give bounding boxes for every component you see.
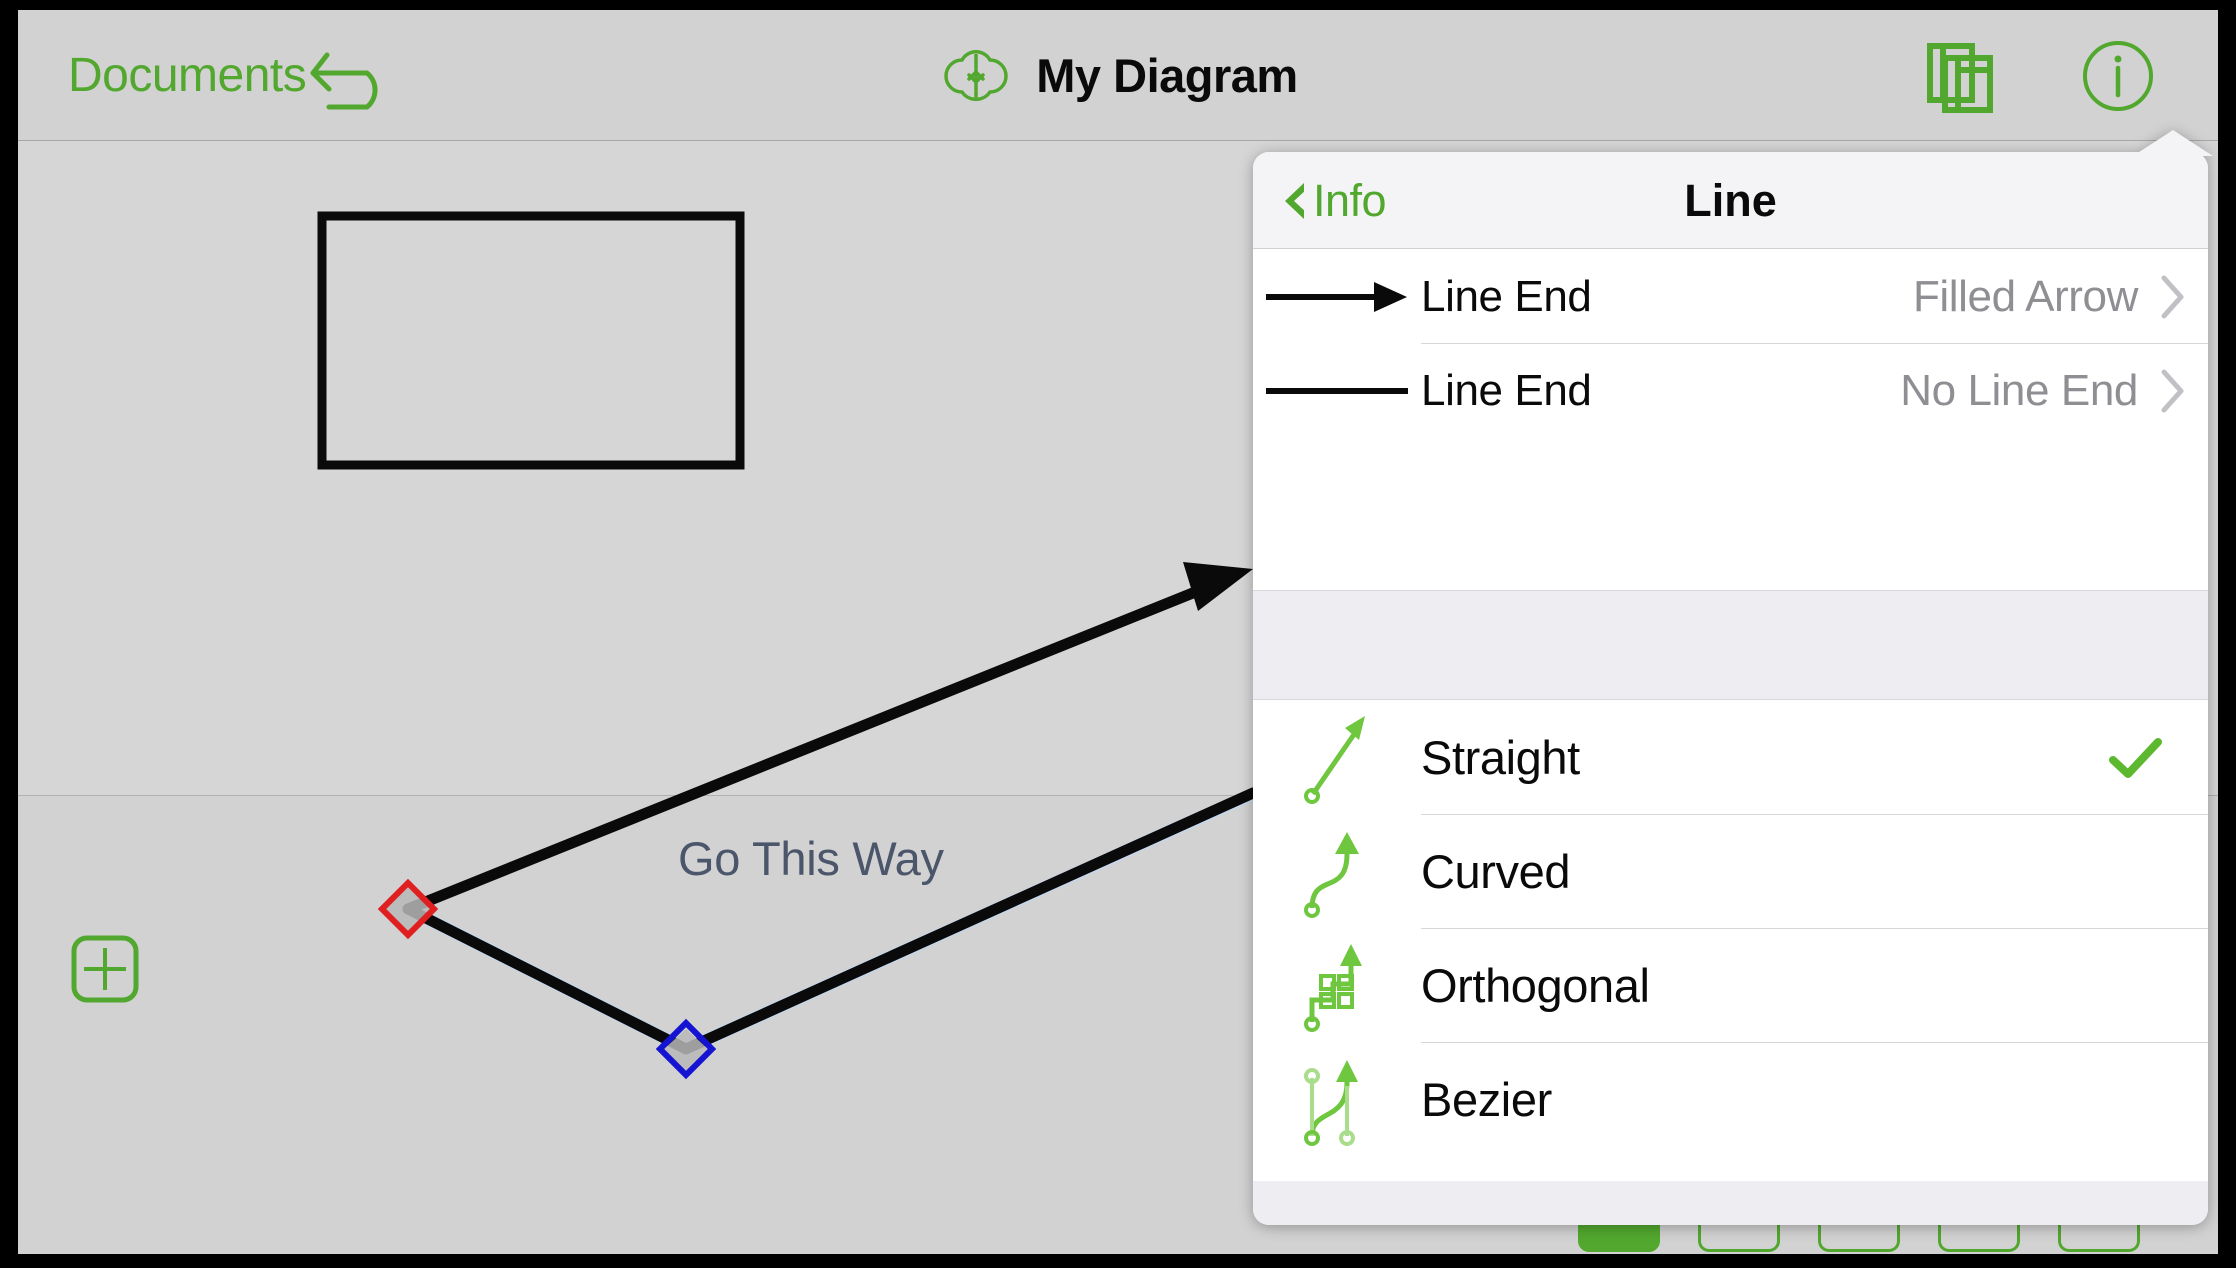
selected-checkmark-icon <box>2108 736 2208 780</box>
line-with-filled-arrow-icon <box>1253 277 1421 317</box>
connection-label[interactable]: Go This Way <box>678 831 944 886</box>
popover-back-button[interactable]: Info <box>1271 152 1400 249</box>
bezier-line-icon <box>1253 1052 1421 1148</box>
popover-footer <box>1253 1181 2208 1225</box>
line-style-row-bezier[interactable]: Bezier <box>1253 1043 2208 1156</box>
undo-arrow-icon <box>310 52 378 109</box>
add-shape-button[interactable] <box>71 935 139 1003</box>
line-end-section: Line End Filled Arrow Line End No Line E… <box>1253 250 2208 437</box>
diagram-rectangle[interactable] <box>317 211 745 470</box>
line-end-value-start: Filled Arrow <box>1912 271 2138 321</box>
orthogonal-line-icon <box>1253 938 1421 1034</box>
pages-button[interactable] <box>1898 10 2028 141</box>
line-end-value-finish: No Line End <box>1900 365 2138 415</box>
plus-square-icon <box>71 935 139 1003</box>
straight-line-icon <box>1253 710 1421 806</box>
connector-arrowhead-icon <box>1183 562 1253 611</box>
cloud-sync-icon <box>944 49 1009 101</box>
curved-line-icon <box>1253 824 1421 920</box>
plain-line-icon <box>1253 371 1421 411</box>
info-button[interactable] <box>2053 10 2183 141</box>
chevron-left-icon <box>1285 182 1307 219</box>
line-style-section: Straight Curved Orthogonal Bezier <box>1253 701 2208 1156</box>
line-style-label-curved: Curved <box>1421 845 1571 898</box>
line-style-row-curved[interactable]: Curved <box>1253 815 2208 928</box>
popover-group-separator <box>1253 590 2208 700</box>
documents-back-label: Documents <box>68 48 307 102</box>
chevron-right-icon <box>2160 274 2208 320</box>
line-style-row-straight[interactable]: Straight <box>1253 701 2208 814</box>
line-style-label-orthogonal: Orthogonal <box>1421 959 1650 1012</box>
line-end-row-start[interactable]: Line End Filled Arrow <box>1253 250 2208 343</box>
line-inspector-popover: Info Line Line End Filled Arrow Line End… <box>1253 130 2213 1225</box>
line-end-label-finish: Line End <box>1421 365 1592 415</box>
line-style-label-bezier: Bezier <box>1421 1073 1552 1126</box>
chevron-right-icon <box>2160 368 2208 414</box>
document-title: My Diagram <box>1036 49 1298 102</box>
popover-body: Info Line Line End Filled Arrow Line End… <box>1253 152 2208 1225</box>
info-circle-icon <box>2083 40 2153 111</box>
popover-back-label: Info <box>1313 174 1387 226</box>
app-screen: Go This Way Documents My Diagram Info Li… <box>18 10 2218 1254</box>
line-handle-midpoint[interactable] <box>655 1018 717 1080</box>
line-end-label-start: Line End <box>1421 271 1592 321</box>
line-style-label-straight: Straight <box>1421 731 1580 784</box>
popover-navbar: Info Line <box>1253 152 2208 249</box>
undo-button[interactable] <box>300 10 410 141</box>
pages-stack-icon <box>1927 42 1993 113</box>
line-style-row-orthogonal[interactable]: Orthogonal <box>1253 929 2208 1042</box>
line-handle-start[interactable] <box>377 878 439 940</box>
top-toolbar: Documents My Diagram <box>18 10 2218 141</box>
bottom-tool-segments[interactable] <box>1578 1208 2218 1254</box>
documents-back-button[interactable]: Documents <box>68 10 307 141</box>
line-end-row-finish[interactable]: Line End No Line End <box>1253 344 2208 437</box>
device-frame: Go This Way Documents My Diagram Info Li… <box>0 0 2236 1268</box>
